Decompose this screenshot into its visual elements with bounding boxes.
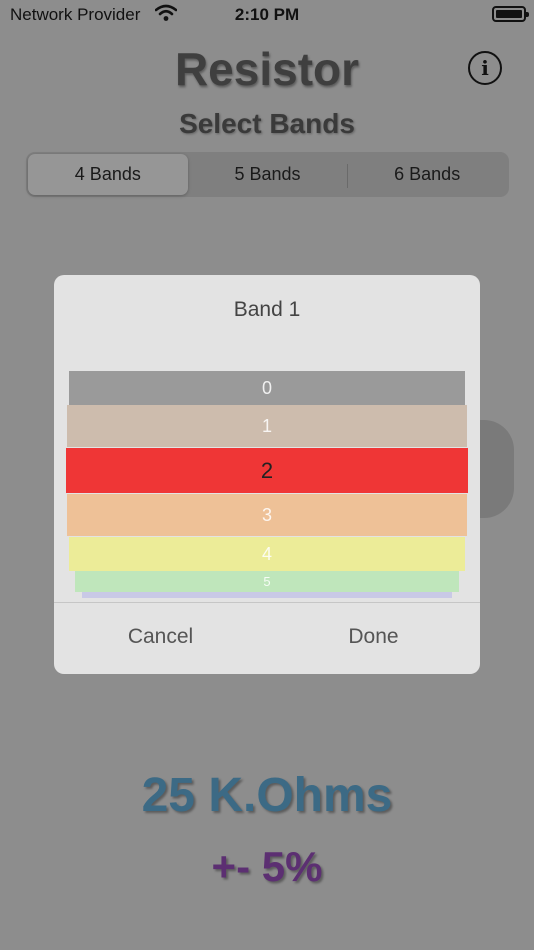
segment-label: 4 Bands bbox=[74, 164, 141, 184]
done-button[interactable]: Done bbox=[267, 615, 480, 659]
tolerance-value: +- 5% bbox=[211, 843, 323, 890]
band-picker-dialog: Band 1 0123456 Cancel Done bbox=[54, 275, 480, 674]
info-icon[interactable]: i bbox=[468, 51, 502, 85]
page-title: Resistor bbox=[174, 43, 360, 95]
segment-label: 5 Bands bbox=[234, 164, 301, 184]
segment-6-bands[interactable]: 6 Bands bbox=[347, 154, 507, 195]
band-count-selector: 4 Bands 5 Bands 6 Bands bbox=[26, 152, 509, 197]
dialog-title: Band 1 bbox=[233, 298, 301, 321]
picker-row-1[interactable]: 1 bbox=[67, 405, 467, 447]
battery-icon bbox=[492, 6, 529, 22]
segment-divider bbox=[347, 164, 349, 188]
picker-row-0[interactable]: 0 bbox=[69, 371, 465, 405]
cancel-button[interactable]: Cancel bbox=[54, 615, 267, 659]
resistance-value: 25 K.Ohms bbox=[141, 769, 393, 822]
segment-5-bands[interactable]: 5 Bands bbox=[188, 154, 348, 195]
segment-label: 6 Bands bbox=[394, 164, 461, 184]
status-time: 2:10 PM bbox=[234, 5, 300, 24]
picker-row-3[interactable]: 3 bbox=[67, 494, 467, 536]
status-bar: Network Provider 2:10 PM bbox=[0, 0, 534, 30]
dialog-divider bbox=[54, 602, 480, 603]
page-subtitle: Select Bands bbox=[179, 108, 355, 139]
picker-row-6[interactable]: 6 bbox=[82, 592, 452, 598]
picker-row-2[interactable]: 2 bbox=[66, 448, 468, 493]
picker-row-5[interactable]: 5 bbox=[75, 571, 459, 592]
segment-4-bands[interactable]: 4 Bands bbox=[28, 154, 188, 195]
band-color-picker[interactable]: 0123456 bbox=[66, 371, 468, 601]
picker-row-4[interactable]: 4 bbox=[69, 537, 465, 571]
